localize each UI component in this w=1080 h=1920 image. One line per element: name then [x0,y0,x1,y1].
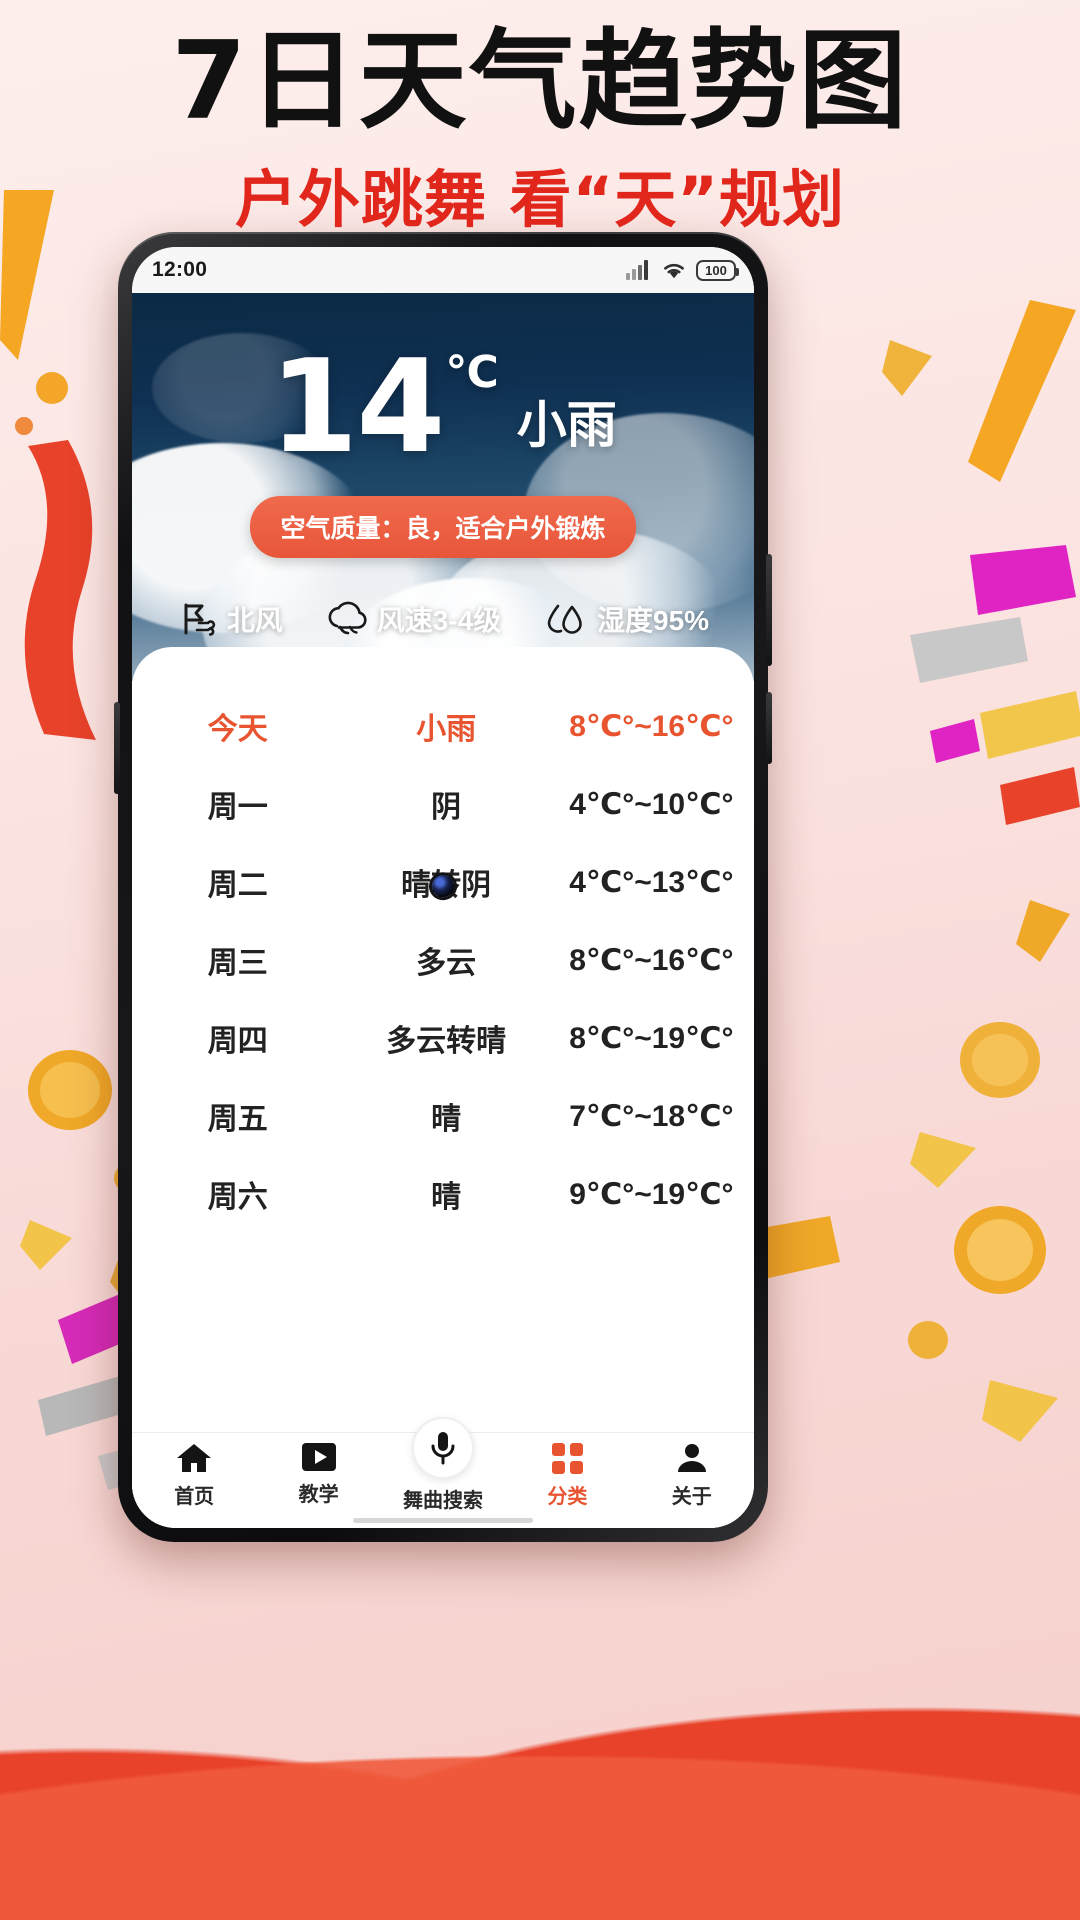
nav-item-song-search[interactable]: 舞曲搜索 [381,1417,505,1513]
air-quality-badge[interactable]: 空气质量：良，适合户外锻炼 [250,496,636,559]
bottom-navigation: 首页 教学 舞曲搜索 分类 关于 [132,1417,754,1528]
forecast-row[interactable]: 今天 小雨 8℃°~16℃° [132,687,754,765]
nav-label-home: 首页 [174,1486,215,1508]
microphone-button[interactable] [411,1417,474,1479]
wind-direction-text: 北风 [226,605,283,636]
phone-mockup: 12:00 100 14 ℃ 小雨 空气质量：良，适合户外锻炼 北风 风速3-4… [114,232,772,1542]
power-button [766,692,772,764]
temperature-unit: ℃ [445,348,499,397]
forecast-condition: 阴 [431,791,462,824]
nav-item-home[interactable]: 首页 [132,1441,256,1509]
forecast-row[interactable]: 周三 多云 8℃°~16℃° [132,921,754,999]
forecast-temperature-range: 9℃°~19℃° [569,1177,734,1211]
nav-label-category: 分类 [547,1486,588,1508]
wind-speed-item: 风速3-4级 [325,599,501,639]
forecast-condition: 小雨 [416,713,477,746]
confetti-magenta-right [910,545,1080,825]
forecast-day: 周四 [207,1025,268,1058]
forecast-row[interactable]: 周四 多云转晴 8℃°~19℃° [132,999,754,1077]
forecast-temperature-range: 7℃°~18℃° [569,1099,734,1133]
forecast-condition: 晴 [431,1103,462,1136]
forecast-temperature-range: 8℃°~16℃° [569,943,734,977]
forecast-day: 周一 [207,791,268,824]
forecast-day: 周二 [207,869,268,902]
forecast-row[interactable]: 周一 阴 4℃°~10℃° [132,765,754,843]
battery-icon: 100 [696,259,739,281]
nav-item-teaching[interactable]: 教学 [256,1441,380,1507]
signal-bars-icon [626,260,648,280]
home-indicator [353,1518,533,1523]
forecast-day: 周五 [207,1103,268,1136]
red-wave-bottom-light [0,1590,1080,1920]
forecast-row[interactable]: 周六 晴 9℃°~19℃° [132,1155,754,1233]
home-icon [177,1444,212,1472]
confetti-coins-bottom-right [908,1206,1058,1442]
status-icons: 100 [626,259,739,281]
microphone-icon [431,1432,455,1465]
wifi-icon [664,263,684,279]
forecast-temperature-range: 8℃°~19℃° [569,1021,734,1055]
weather-hero: 14 ℃ 小雨 空气质量：良，适合户外锻炼 北风 风速3-4级 湿度95% [132,293,754,681]
wind-speed-cloud-icon [328,601,367,635]
side-button-left [114,702,120,794]
forecast-temperature-range: 8℃°~16℃° [569,709,734,743]
current-temperature-block: 14 ℃ 小雨 [269,333,617,482]
confetti-gold-coins-right [910,900,1070,1188]
forecast-condition: 多云 [416,947,477,980]
status-bar: 12:00 100 [132,247,754,293]
weather-detail-row: 北风 风速3-4级 湿度95% [132,599,754,639]
forecast-condition: 晴 [431,1181,462,1214]
nav-label-teaching: 教学 [298,1484,339,1506]
humidity-droplet-icon [547,604,582,634]
temperature-value: 14 [269,333,445,482]
forecast-row[interactable]: 周五 晴 7℃°~18℃° [132,1077,754,1155]
battery-level: 100 [705,262,727,278]
nav-item-about[interactable]: 关于 [630,1441,754,1509]
forecast-sheet: 今天小雨8℃°~16℃°周一阴4℃°~10℃°周二晴转阴4℃°~13℃°周三多云… [132,647,754,1528]
nav-item-category[interactable]: 分类 [505,1441,629,1509]
nav-label-song-search: 舞曲搜索 [402,1490,483,1512]
status-time: 12:00 [152,258,208,281]
phone-screen: 12:00 100 14 ℃ 小雨 空气质量：良，适合户外锻炼 北风 风速3-4… [132,247,754,1528]
humidity-item: 湿度95% [543,599,709,639]
forecast-temperature-range: 4℃°~10℃° [569,787,734,821]
front-camera-icon [432,874,454,897]
nav-label-about: 关于 [671,1486,712,1508]
humidity-text: 湿度95% [597,605,710,636]
volume-button [766,554,772,666]
confetti-yellow-streak-right [882,300,1076,482]
forecast-day: 今天 [207,713,268,746]
forecast-temperature-range: 4℃°~13℃° [569,865,734,899]
poster-title: 7日天气趋势图 [171,19,909,144]
play-icon [301,1443,336,1471]
wind-direction-item: 北风 [177,599,283,639]
forecast-condition: 多云转晴 [386,1025,507,1058]
poster-subtitle: 户外跳舞 看“天”规划 [234,162,846,236]
wind-direction-icon [184,603,215,636]
forecast-day: 周六 [207,1181,268,1214]
forecast-list: 今天小雨8℃°~16℃°周一阴4℃°~10℃°周二晴转阴4℃°~13℃°周三多云… [132,687,754,1233]
poster-header: 7日天气趋势图 户外跳舞 看“天”规划 [0,0,1080,239]
grid-icon [551,1442,583,1474]
wind-speed-text: 风速3-4级 [376,605,502,636]
person-icon [677,1444,706,1472]
forecast-day: 周三 [207,947,268,980]
current-condition: 小雨 [516,397,617,453]
